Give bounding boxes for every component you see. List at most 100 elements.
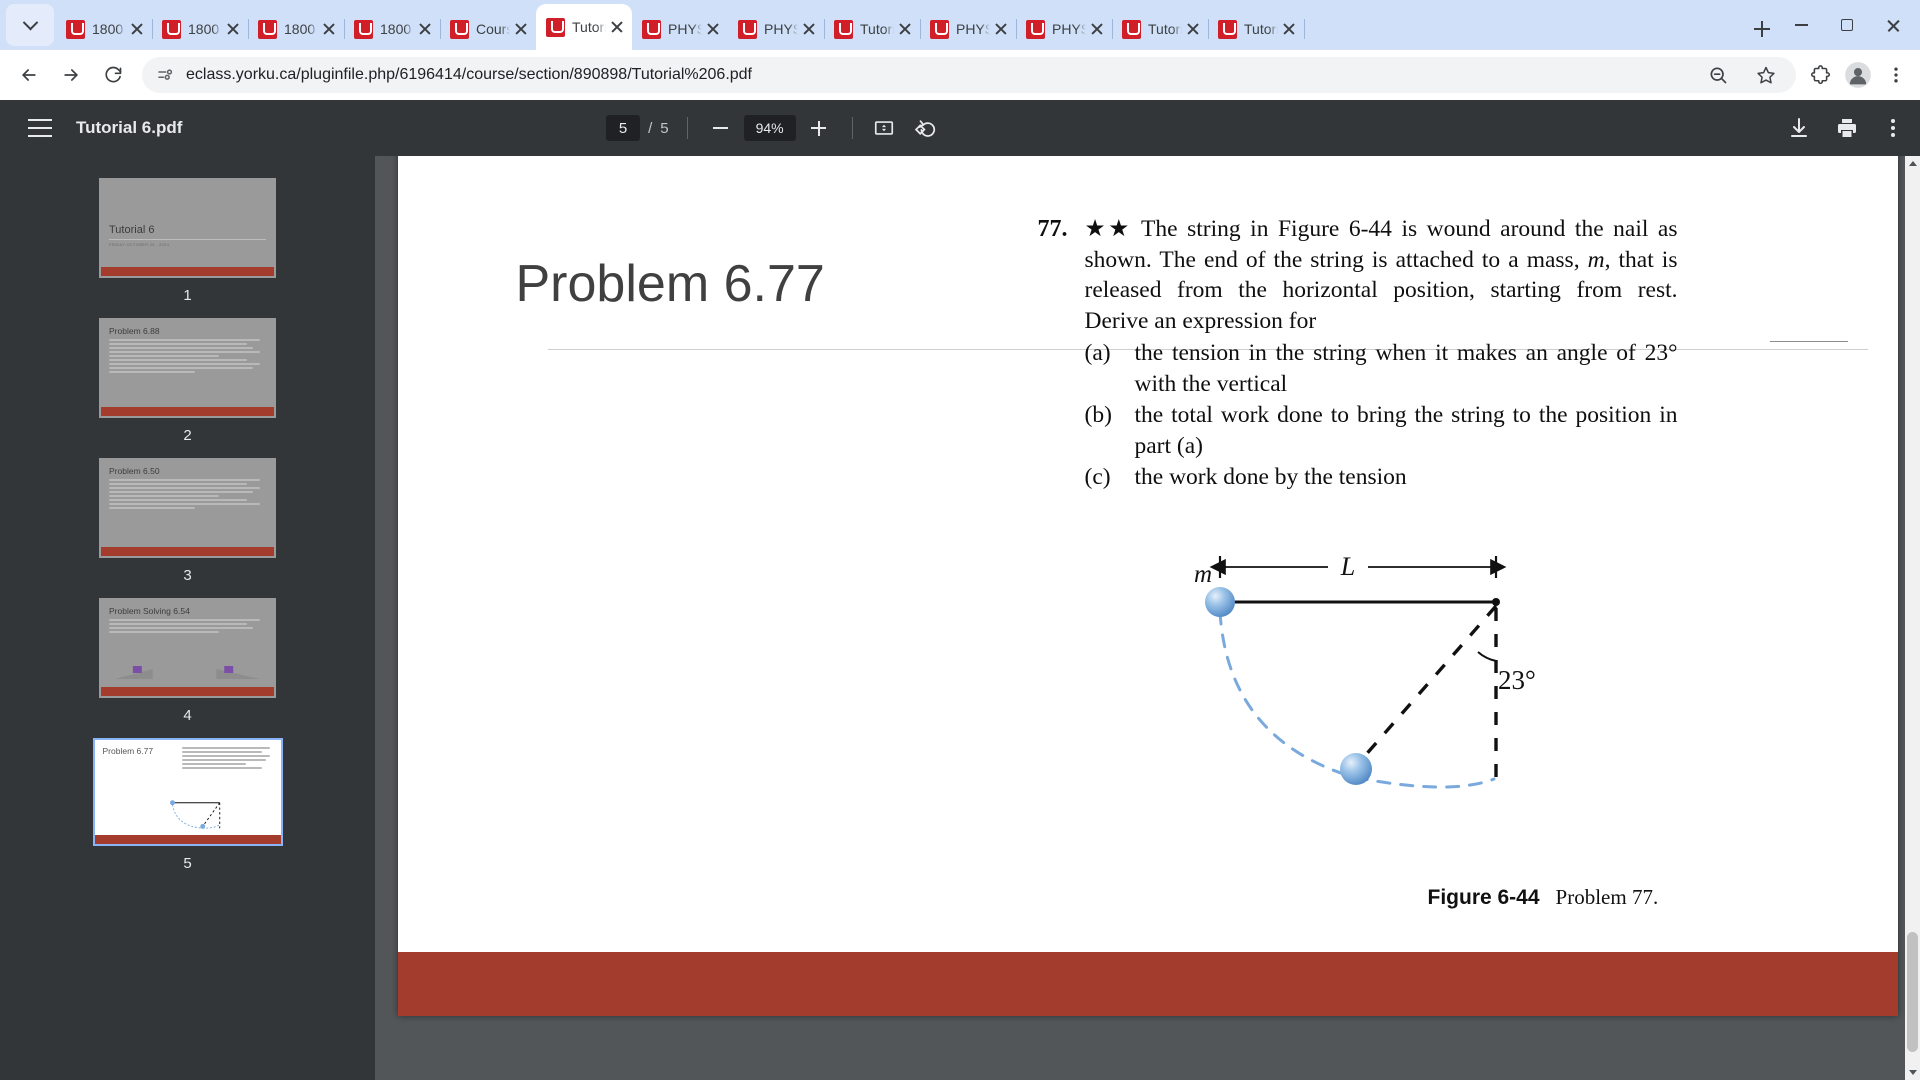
thumb-title: Problem 6.50 (109, 466, 160, 476)
tab-close-icon[interactable] (512, 20, 530, 38)
browser-tab[interactable]: 1800 (248, 8, 345, 50)
mass-label-m: m (1194, 561, 1212, 588)
scrollbar-thumb[interactable] (1907, 932, 1918, 1052)
minimize-button[interactable] (1778, 3, 1824, 47)
tab-close-icon[interactable] (896, 20, 914, 38)
reload-icon (105, 66, 122, 83)
pdf-thumbnail-sidebar[interactable]: Tutorial 6 FRIDAY OCTOBER 25 , 2024 1 Pr… (0, 156, 375, 1080)
rotate-button[interactable] (913, 115, 939, 141)
tab-search-button[interactable] (6, 4, 54, 46)
problem-number: 77. (1037, 216, 1068, 242)
tab-close-icon[interactable] (992, 20, 1010, 38)
thumbnail-page-4[interactable]: Problem Solving 6.54 (99, 598, 276, 698)
zoom-magnifier-icon[interactable] (1702, 59, 1734, 91)
new-tab-button[interactable] (1746, 13, 1778, 45)
profile-avatar-icon[interactable] (1842, 59, 1874, 91)
pdf-toolbar: Tutorial 6.pdf 5 / 5 94% (0, 100, 1920, 156)
figure-6-44-drawing: L m 23° (1194, 552, 1535, 789)
current-page-input[interactable]: 5 (606, 115, 641, 141)
forward-button[interactable] (53, 57, 89, 93)
browser-tab[interactable]: Tutori (536, 4, 632, 50)
tab-title: 1800 (284, 21, 316, 37)
thumbnail-number: 3 (183, 567, 192, 584)
tab-title: 1800 (188, 21, 220, 37)
tab-close-icon[interactable] (704, 20, 722, 38)
browser-tab[interactable]: Tutori (1208, 8, 1305, 50)
tab-favicon-icon (66, 19, 85, 39)
close-window-button[interactable] (1870, 3, 1916, 47)
browser-menu-icon[interactable] (1880, 59, 1912, 91)
slide-bottom-accent-band (397, 952, 1898, 1016)
bookmark-star-icon[interactable] (1750, 59, 1782, 91)
reload-button[interactable] (95, 57, 131, 93)
thumbnail-item[interactable]: Tutorial 6 FRIDAY OCTOBER 25 , 2024 1 (0, 178, 375, 304)
browser-tab[interactable]: PHYS (728, 8, 825, 50)
browser-tab[interactable]: 1800 (152, 8, 249, 50)
tab-close-icon[interactable] (320, 20, 338, 38)
pdf-page-5: Problem 6.77 77. ★★ The string in Figure… (397, 156, 1898, 1016)
zoom-in-button[interactable] (804, 113, 834, 143)
tab-favicon-icon (354, 19, 373, 39)
pdf-more-menu-button[interactable] (1882, 117, 1904, 139)
tab-close-icon[interactable] (1088, 20, 1106, 38)
thumbnail-item[interactable]: Problem Solving 6.54 4 (0, 598, 375, 724)
tab-favicon-icon (450, 19, 469, 39)
zoom-out-button[interactable] (706, 113, 736, 143)
browser-tab[interactable]: PHYS (1016, 8, 1113, 50)
thumbnail-page-2[interactable]: Problem 6.88 (99, 318, 276, 418)
browser-tab[interactable]: 1800 (56, 8, 153, 50)
hamburger-menu-icon[interactable] (28, 119, 52, 138)
zoom-level-input[interactable]: 94% (743, 115, 796, 141)
page-info-icon[interactable] (156, 66, 174, 84)
download-icon (1790, 118, 1807, 137)
pdf-page-container[interactable]: Problem 6.77 77. ★★ The string in Figure… (375, 156, 1920, 1080)
tab-favicon-icon (930, 19, 949, 39)
address-bar-url: eclass.yorku.ca/pluginfile.php/6196414/c… (186, 66, 752, 83)
plus-icon (811, 120, 827, 136)
thumbnail-page-3[interactable]: Problem 6.50 (99, 458, 276, 558)
back-button[interactable] (11, 57, 47, 93)
problem-part-b: (b) the total work done to bring the str… (1085, 400, 1678, 461)
thumb-mini-content: Problem 6.77 (95, 740, 281, 844)
extensions-puzzle-icon[interactable] (1804, 59, 1836, 91)
thumbnail-item[interactable]: Problem 6.50 3 (0, 458, 375, 584)
tab-favicon-icon (642, 19, 661, 39)
tab-close-icon[interactable] (416, 20, 434, 38)
browser-tab[interactable]: PHYS (632, 8, 728, 50)
back-arrow-icon (22, 69, 36, 81)
slide-heading: Problem 6.77 (515, 255, 825, 313)
address-bar[interactable]: eclass.yorku.ca/pluginfile.php/6196414/c… (142, 57, 1796, 93)
browser-tab[interactable]: Cours (440, 8, 537, 50)
print-button[interactable] (1834, 115, 1860, 141)
download-button[interactable] (1786, 115, 1812, 141)
tab-title: Cours (476, 21, 510, 37)
scroll-up-button[interactable] (1905, 156, 1920, 171)
tab-close-icon[interactable] (224, 20, 242, 38)
tab-close-icon[interactable] (1184, 20, 1202, 38)
thumb-subtitle: FRIDAY OCTOBER 25 , 2024 (109, 242, 170, 247)
tab-close-icon[interactable] (128, 20, 146, 38)
tab-separator (1304, 19, 1305, 39)
thumbnail-number: 2 (183, 427, 192, 444)
vertical-scrollbar[interactable] (1905, 156, 1920, 1080)
part-b-label: (b) (1084, 402, 1112, 429)
fit-to-page-button[interactable] (871, 115, 897, 141)
tab-close-icon[interactable] (800, 20, 818, 38)
browser-tab[interactable]: Tutori (1112, 8, 1209, 50)
browser-tab[interactable]: PHYS (920, 8, 1017, 50)
tab-list: 1800 1800 1800 1800 Cours Tutori PHYS PHYS Tutor… (56, 0, 1740, 50)
browser-tab[interactable]: 1800 (344, 8, 441, 50)
thumbnail-item[interactable]: Problem 6.77 5 (0, 738, 375, 872)
browser-tab[interactable]: Tutori (824, 8, 921, 50)
minus-icon (713, 127, 729, 129)
thumbnail-page-5[interactable]: Problem 6.77 (92, 738, 283, 846)
thumb-mini-content: Problem 6.88 (101, 320, 274, 416)
tab-close-icon[interactable] (1280, 20, 1298, 38)
problem-part-a: (a) the tension in the string when it ma… (1085, 338, 1678, 399)
tab-close-icon[interactable] (608, 18, 626, 36)
thumbnail-page-1[interactable]: Tutorial 6 FRIDAY OCTOBER 25 , 2024 (99, 178, 276, 278)
maximize-button[interactable] (1824, 3, 1870, 47)
part-a-text: the tension in the string when it makes … (1134, 340, 1678, 397)
thumbnail-item[interactable]: Problem 6.88 2 (0, 318, 375, 444)
scroll-down-button[interactable] (1905, 1065, 1920, 1080)
